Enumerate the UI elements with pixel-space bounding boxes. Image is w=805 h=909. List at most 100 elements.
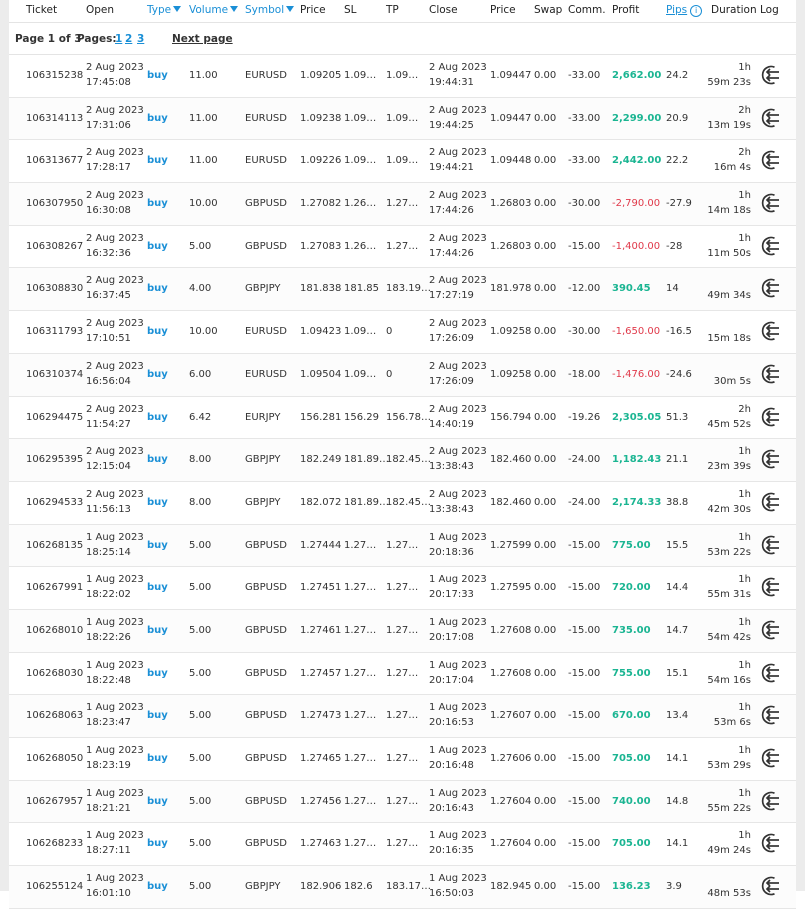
- open-date: 2 Aug 2023: [86, 403, 144, 415]
- profit-cell: 2,174.33: [612, 496, 662, 508]
- next-page-link[interactable]: Next page: [172, 33, 233, 45]
- open-time: 18:22:02: [86, 589, 131, 601]
- exit-log-icon[interactable]: [759, 319, 783, 343]
- volume-cell: 6.00: [189, 368, 212, 380]
- exit-log-icon[interactable]: [759, 405, 783, 429]
- ticket-cell: 106294533: [26, 496, 84, 508]
- col-pips-sort[interactable]: Pips i: [666, 4, 703, 17]
- open-time: 16:30:08: [86, 205, 131, 217]
- duration-minutes: 48m 53s: [707, 888, 751, 900]
- exit-log-icon[interactable]: [759, 191, 783, 215]
- duration-hours: 1h: [738, 488, 751, 500]
- open-date: 1 Aug 2023: [86, 745, 144, 756]
- exit-log-icon[interactable]: [759, 276, 783, 300]
- exit-log-icon[interactable]: [759, 874, 783, 898]
- table-row: 106308267 2 Aug 2023 16:32:36 buy 5.00 GB…: [9, 226, 796, 269]
- duration-cell: 1h 11m 50s: [703, 231, 751, 261]
- exit-log-icon[interactable]: [759, 703, 783, 727]
- open-date: 2 Aug 2023: [86, 62, 144, 73]
- exit-log-icon[interactable]: [759, 661, 783, 685]
- tp-cell: 1.27…: [386, 582, 419, 594]
- col-symbol-label: Symbol: [245, 4, 285, 16]
- col-close: Close: [429, 4, 458, 16]
- ticket-cell: 106268030: [26, 667, 84, 679]
- price-cell: 1.27083: [300, 240, 342, 252]
- exit-log-icon[interactable]: [759, 362, 783, 386]
- duration-cell: 1h 23m 39s: [703, 444, 751, 474]
- col-type-sort[interactable]: Type: [147, 4, 182, 16]
- right-gutter: [796, 0, 805, 891]
- open-time-cell: 2 Aug 2023 17:31:06: [86, 103, 144, 133]
- page-link-3[interactable]: 3: [137, 33, 144, 45]
- pagination-bar: Page 1 of 3 Pages: 1 2 3 Next page: [9, 23, 796, 55]
- tp-cell: 1.09…: [386, 155, 419, 167]
- table-row: 106314113 2 Aug 2023 17:31:06 buy 11.00 E…: [9, 97, 796, 141]
- sl-cell: 1.27…: [344, 753, 377, 764]
- ticket-cell: 106308267: [26, 240, 84, 252]
- close-time: 20:16:43: [429, 802, 474, 814]
- close-time: 19:44:25: [429, 119, 474, 131]
- exit-log-icon[interactable]: [759, 447, 783, 471]
- col-symbol-sort[interactable]: Symbol: [245, 4, 295, 16]
- page-link-2[interactable]: 2: [125, 33, 132, 45]
- exit-log-icon[interactable]: [759, 234, 783, 258]
- open-date: 1 Aug 2023: [86, 659, 144, 671]
- volume-cell: 5.00: [189, 795, 212, 807]
- sl-cell: 1.09…: [344, 368, 377, 380]
- table-row: 106294475 2 Aug 2023 11:54:27 buy 6.42 EU…: [9, 397, 796, 440]
- close-price-cell: 182.945: [490, 881, 532, 893]
- sort-triangle-icon: [230, 6, 239, 12]
- type-cell: buy: [147, 326, 168, 338]
- pips-cell: 21.1: [666, 454, 689, 466]
- open-time-cell: 1 Aug 2023 18:23:47: [86, 700, 144, 730]
- table-row: 106267957 1 Aug 2023 18:21:21 buy 5.00 GB…: [9, 780, 796, 824]
- col-volume-sort[interactable]: Volume: [189, 4, 239, 16]
- volume-cell: 4.00: [189, 283, 212, 295]
- type-cell: buy: [147, 539, 168, 551]
- exit-log-icon[interactable]: [759, 618, 783, 642]
- price-cell: 1.27463: [300, 838, 342, 850]
- sl-cell: 1.09…: [344, 112, 377, 124]
- col-profit: Profit: [612, 4, 640, 16]
- swap-cell: 0.00: [534, 198, 557, 210]
- exit-log-icon[interactable]: [759, 106, 783, 130]
- ticket-cell: 106295395: [26, 454, 84, 466]
- ticket-cell: 106310374: [26, 368, 84, 380]
- exit-log-icon[interactable]: [759, 533, 783, 557]
- open-time: 11:56:13: [86, 503, 131, 515]
- close-time: 19:44:31: [429, 77, 474, 88]
- open-date: 1 Aug 2023: [86, 702, 144, 714]
- close-price-cell: 182.460: [490, 496, 532, 508]
- sl-cell: 1.09…: [344, 70, 377, 81]
- type-cell: buy: [147, 198, 168, 210]
- info-icon[interactable]: i: [690, 5, 703, 17]
- exit-log-icon[interactable]: [759, 63, 783, 87]
- close-date: 2 Aug 2023: [429, 232, 487, 244]
- col-price: Price: [300, 4, 326, 16]
- comm-cell: -15.00: [568, 582, 601, 594]
- profit-cell: 2,662.00: [612, 70, 662, 81]
- symbol-cell: GBPUSD: [245, 667, 288, 679]
- open-time: 12:15:04: [86, 461, 131, 473]
- ticket-cell: 106255124: [26, 881, 84, 893]
- page-link-1[interactable]: 1: [115, 33, 122, 45]
- comm-cell: -12.00: [568, 283, 601, 295]
- table-row: 106268233 1 Aug 2023 18:27:11 buy 5.00 GB…: [9, 823, 796, 867]
- exit-log-icon[interactable]: [759, 490, 783, 514]
- exit-log-icon[interactable]: [759, 148, 783, 172]
- exit-log-icon[interactable]: [759, 831, 783, 855]
- close-date: 2 Aug 2023: [429, 62, 487, 73]
- exit-log-icon[interactable]: [759, 746, 783, 770]
- duration-minutes: 53m 22s: [707, 546, 751, 558]
- ticket-cell: 106268233: [26, 838, 84, 850]
- sl-cell: 1.27…: [344, 667, 377, 679]
- tp-cell: 182.45…: [386, 496, 431, 508]
- close-time: 20:16:35: [429, 845, 474, 857]
- exit-log-icon[interactable]: [759, 789, 783, 813]
- close-time-cell: 2 Aug 2023 17:26:09: [429, 359, 487, 389]
- close-time: 16:50:03: [429, 888, 474, 900]
- profit-cell: -1,650.00: [612, 326, 661, 338]
- duration-hours: 1h: [738, 616, 751, 628]
- price-cell: 1.09238: [300, 112, 342, 124]
- exit-log-icon[interactable]: [759, 575, 783, 599]
